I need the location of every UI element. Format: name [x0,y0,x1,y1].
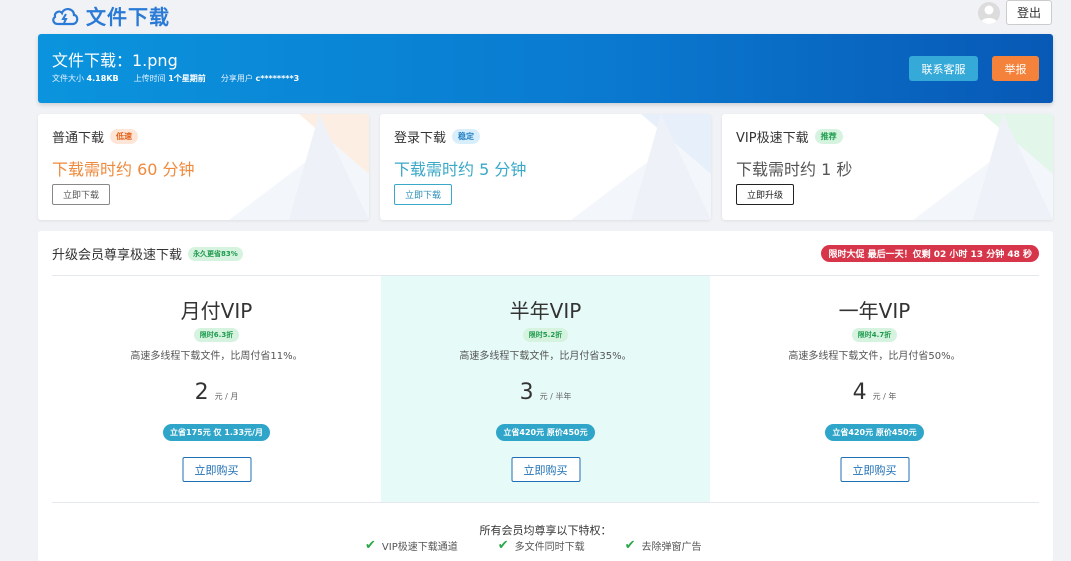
logo-text: 文件下载 [86,5,170,29]
plan-yearly: 一年VIP 限时4.7折 高速多线程下载文件，比月付省50%。 4 元 / 年 … [710,276,1039,502]
card-header: VIP极速下载 推荐 [736,127,843,146]
plan-description: 高速多线程下载文件，比月付省35%。 [459,351,632,362]
plan-saving: 立省175元 仅 1.33元/月 [163,424,270,441]
plan-price: 4 [852,380,867,405]
plan-price: 2 [194,380,209,405]
plan-price-row: 3 元 / 半年 [381,380,710,405]
vip-panel: 升级会员尊享极速下载 永久更省83% 限时大促 最后一天！仅剩 02 小时 13… [38,231,1053,561]
card-header: 登录下载 稳定 [394,127,481,146]
stability-tag: 稳定 [452,129,481,144]
contact-support-button[interactable]: 联系客服 [909,56,978,81]
sharer-label: 分享用户 [220,74,253,83]
download-now-button[interactable]: 立即下载 [394,184,453,205]
benefit-label: 多文件同时下载 [514,542,585,553]
plan-unit: 元 / 年 [872,392,897,401]
download-card-normal: 普通下载 低速 下载需时约 60 分钟 立即下载 [38,114,369,220]
plan-price-row: 4 元 / 年 [710,380,1039,405]
site-logo[interactable]: 文件下载 [50,1,170,30]
upgrade-now-button[interactable]: 立即升级 [736,184,795,205]
benefit-item: ✔ 多文件同时下载 [498,538,585,553]
card-decoration [571,114,711,220]
plan-name: 月付VIP [180,299,253,323]
upload-label: 上传时间 [133,74,166,83]
plan-discount: 限时6.3折 [193,328,240,342]
benefit-label: VIP极速下载通道 [381,542,458,553]
top-bar: 文件下载 登出 [0,0,1071,30]
size-label: 文件大小 [52,74,84,83]
card-decoration [913,114,1053,220]
plan-half-year: 半年VIP 限时5.2折 高速多线程下载文件，比月付省35%。 3 元 / 半年… [381,276,710,502]
vip-header: 升级会员尊享极速下载 永久更省83% [52,244,243,263]
plan-description: 高速多线程下载文件，比周付省11%。 [130,351,303,362]
plan-discount: 限时5.2折 [522,328,569,342]
download-card-login: 登录下载 稳定 下载需时约 5 分钟 立即下载 [380,114,711,220]
speed-tag: 低速 [110,129,139,144]
vip-save-tag: 永久更省83% [188,246,243,261]
benefit-item: ✔ 去除弹窗广告 [625,538,702,553]
upload-value: 1个星期前 [168,74,206,83]
size-value: 4.18KB [86,74,119,83]
buy-now-button[interactable]: 立即购买 [840,457,909,482]
cloud-download-icon [52,7,79,25]
file-title: 文件下载：1.png [52,51,178,70]
file-banner: 文件下载：1.png 文件大小 4.18KB 上传时间 1个星期前 分享用户 c… [38,34,1053,103]
card-header: 普通下载 低速 [52,127,139,146]
benefits-title: 所有会员均尊享以下特权： [479,524,612,537]
plan-saving: 立省420元 原价450元 [496,424,595,441]
plan-name: 半年VIP [509,299,582,323]
benefit-item: ✔ VIP极速下载通道 [365,538,458,553]
benefits-list: ✔ VIP极速下载通道 ✔ 多文件同时下载 ✔ 去除弹窗广告 [365,538,702,553]
download-time: 下载需时约 60 分钟 [52,160,195,179]
card-title: 登录下载 [394,131,447,146]
card-decoration [229,114,369,220]
divider [52,502,1039,503]
plan-name: 一年VIP [838,299,911,323]
file-meta: 文件大小 4.18KB 上传时间 1个星期前 分享用户 c********3 [52,73,299,84]
plan-saving: 立省420元 原价450元 [825,424,924,441]
plan-unit: 元 / 半年 [539,392,572,401]
download-time: 下载需时约 5 分钟 [394,160,527,179]
plan-price: 3 [519,380,534,405]
report-button[interactable]: 举报 [992,56,1039,81]
avatar[interactable] [978,2,1000,24]
user-icon [980,5,998,24]
check-icon: ✔ [365,538,376,553]
buy-now-button[interactable]: 立即购买 [182,457,251,482]
download-now-button[interactable]: 立即下载 [52,184,111,205]
plan-discount: 限时4.7折 [851,328,898,342]
plan-monthly: 月付VIP 限时6.3折 高速多线程下载文件，比周付省11%。 2 元 / 月 … [52,276,381,502]
benefit-label: 去除弹窗广告 [641,542,702,553]
buy-now-button[interactable]: 立即购买 [511,457,580,482]
check-icon: ✔ [497,538,509,553]
plan-description: 高速多线程下载文件，比月付省50%。 [788,351,961,362]
plan-unit: 元 / 月 [214,392,239,401]
download-time: 下载需时约 1 秒 [736,160,853,179]
plan-price-row: 2 元 / 月 [52,380,381,405]
logout-button[interactable]: 登出 [1006,0,1052,25]
promo-countdown-badge: 限时大促 最后一天！仅剩 02 小时 13 分钟 48 秒 [821,245,1039,262]
card-title: VIP极速下载 [736,131,809,146]
download-card-vip: VIP极速下载 推荐 下载需时约 1 秒 立即升级 [722,114,1053,220]
vip-title: 升级会员尊享极速下载 [52,248,183,263]
card-title: 普通下载 [52,131,105,146]
sharer-value: c********3 [255,74,300,83]
recommend-tag: 推荐 [814,129,843,144]
check-icon: ✔ [624,538,636,553]
